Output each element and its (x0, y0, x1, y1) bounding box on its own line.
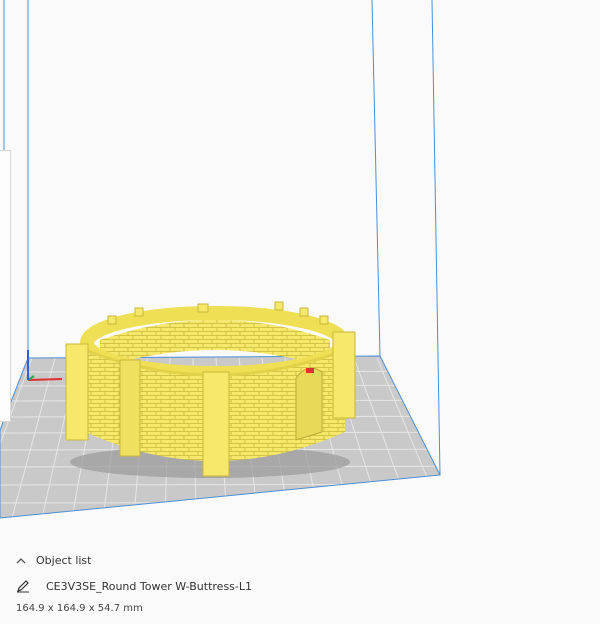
x-axis-indicator (27, 378, 63, 381)
build-volume-edge-right (431, 0, 441, 476)
selected-object-row[interactable]: CE3V3SE_Round Tower W-Buttress-L1 (16, 579, 252, 593)
object-list-panel: Object list CE3V3SE_Round Tower W-Buttre… (0, 540, 600, 624)
scene[interactable] (0, 0, 600, 540)
chevron-up-icon (16, 557, 26, 563)
object-dimensions: 164.9 x 164.9 x 54.7 mm (16, 603, 143, 614)
build-volume-edge-mid (371, 0, 381, 357)
side-panel-edge (0, 150, 11, 422)
object-list-toggle[interactable]: Object list (16, 554, 91, 567)
3d-viewport[interactable] (0, 0, 600, 540)
tower-model[interactable] (65, 301, 356, 478)
object-list-label: Object list (36, 554, 92, 567)
pencil-icon[interactable] (16, 579, 30, 593)
selected-object-name: CE3V3SE_Round Tower W-Buttress-L1 (46, 579, 253, 593)
